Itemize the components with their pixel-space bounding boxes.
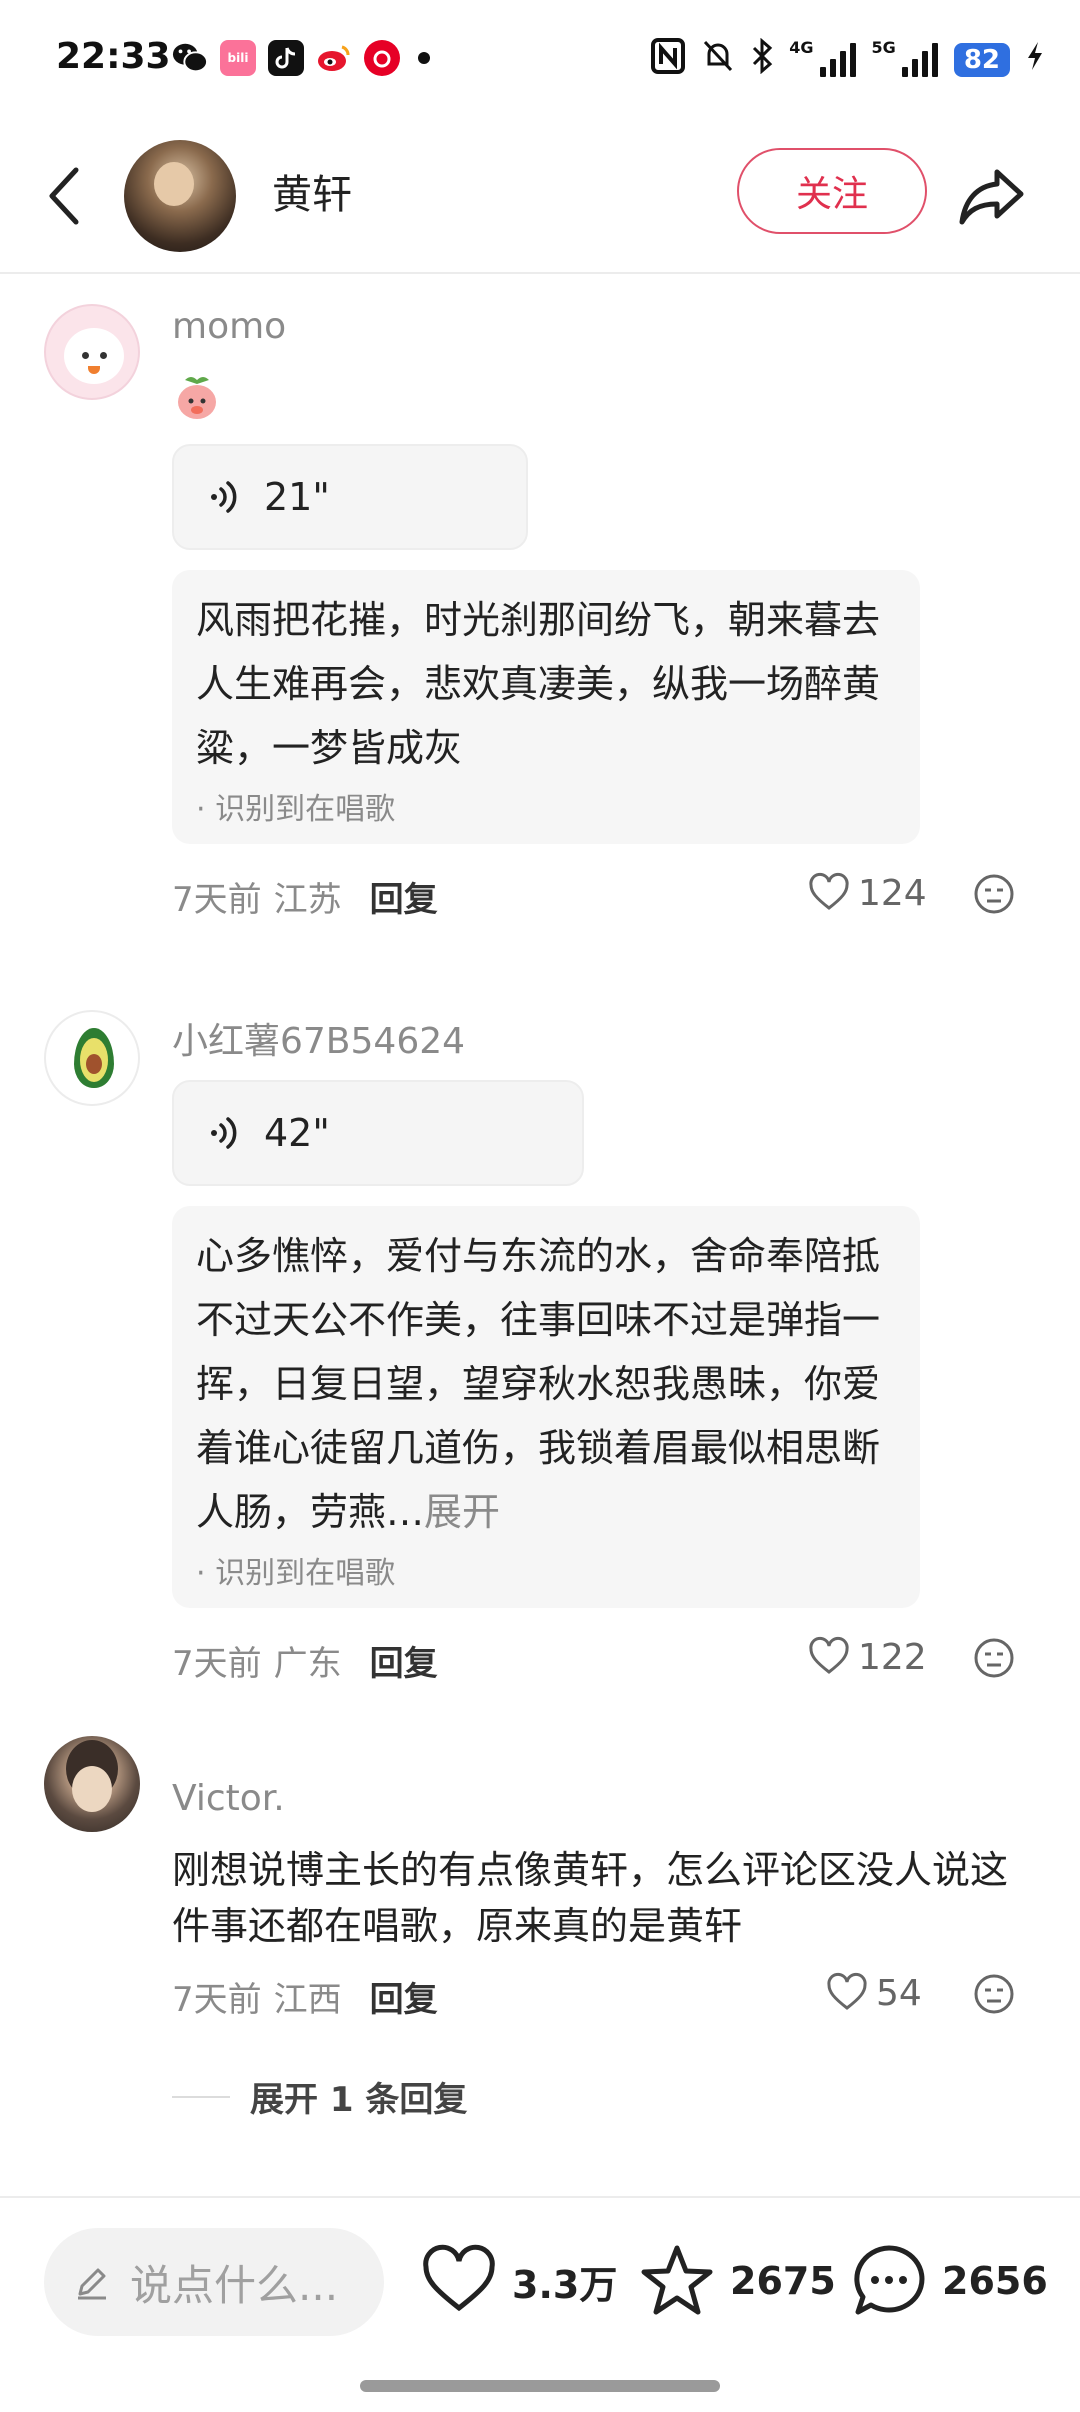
charging-icon: [1026, 40, 1044, 79]
signal-5g-icon: [901, 42, 938, 77]
comment-like-button[interactable]: 122: [808, 1636, 927, 1678]
back-arrow-icon: [49, 167, 79, 225]
comment-like-button[interactable]: 124: [808, 872, 927, 914]
voice-transcript: 风雨把花摧，时光刹那间纷飞，朝来暮去人生难再会，悲欢真凄美，纵我一场醉黄粱，一梦…: [172, 570, 920, 844]
author-name[interactable]: 黄轩: [272, 162, 352, 220]
network-5g-label: 5G: [871, 38, 896, 57]
back-button[interactable]: [36, 160, 92, 232]
heart-icon: [423, 2244, 495, 2312]
comment-username[interactable]: Victor.: [172, 1778, 285, 1819]
commenter-avatar[interactable]: [44, 304, 140, 400]
more-notifications-dot: [418, 52, 430, 64]
comment-input-placeholder: 说点什么...: [130, 2260, 339, 2310]
comment-location: 江苏: [273, 880, 342, 920]
comment-like-count: 54: [876, 1972, 922, 2014]
comment-time: 7天前: [172, 1644, 262, 1684]
comment-bubble-icon: [854, 2245, 925, 2315]
comment-location: 广东: [273, 1644, 342, 1684]
emoji-reaction-button[interactable]: [972, 1636, 1016, 1680]
star-icon: [641, 2245, 713, 2315]
voice-duration: 21": [264, 475, 330, 519]
notification-icons: bili: [172, 40, 430, 76]
voice-duration: 42": [264, 1111, 330, 1155]
peach-sticker-icon: [172, 372, 222, 422]
network-4g-label: 4G: [789, 38, 814, 57]
voice-wave-icon: [211, 1117, 237, 1149]
comment-text: 刚想说博主长的有点像黄轩，怎么评论区没人说这件事还都在唱歌，原来真的是黄轩: [172, 1848, 1009, 1948]
voice-message[interactable]: 42": [172, 1080, 584, 1186]
heart-icon: [809, 872, 849, 910]
emoji-reaction-button[interactable]: [972, 1972, 1016, 2016]
favorite-post-button[interactable]: 2675: [638, 2242, 836, 2320]
battery-level: 82: [953, 42, 1010, 77]
comment-meta: 7天前 江西 回复: [172, 1972, 438, 2021]
face-icon: [974, 874, 1014, 914]
wechat-icon: [172, 40, 208, 76]
expand-replies-label: 展开 1 条回复: [250, 2080, 468, 2120]
comment-like-button[interactable]: 54: [826, 1972, 922, 2014]
home-indicator[interactable]: [360, 2380, 720, 2392]
tiktok-icon: [268, 40, 304, 76]
post-like-count: 3.3万: [512, 2262, 618, 2307]
transcript-text-wrap: 心多憔悴，爱付与东流的水，舍命奉陪抵不过天公不作美，往事回味不过是弹指一挥，日复…: [196, 1224, 896, 1544]
status-bar: 22:33 bili 4G 5G 82: [0, 0, 1080, 120]
comment-meta: 7天前 江苏 回复: [172, 872, 438, 921]
commenter-avatar[interactable]: [44, 1736, 140, 1832]
like-post-button[interactable]: 3.3万: [420, 2242, 617, 2320]
post-comment-count: 2656: [942, 2259, 1048, 2303]
mute-bell-icon: [701, 38, 735, 81]
pen-icon: [78, 2268, 106, 2300]
expand-transcript-button[interactable]: 展开: [424, 1490, 500, 1534]
heart-icon: [809, 1636, 849, 1674]
weibo-icon: [316, 40, 352, 76]
post-favorite-count: 2675: [730, 2259, 836, 2303]
comment-meta: 7天前 广东 回复: [172, 1636, 438, 1685]
voice-transcript: 心多憔悴，爱付与东流的水，舍命奉陪抵不过天公不作美，往事回味不过是弹指一挥，日复…: [172, 1206, 920, 1608]
netease-music-icon: [364, 40, 400, 76]
comment-like-count: 122: [858, 1636, 927, 1678]
transcript-text: 心多憔悴，爱付与东流的水，舍命奉陪抵不过天公不作美，往事回味不过是弹指一挥，日复…: [196, 1234, 881, 1534]
system-icons: 4G 5G 82: [651, 37, 1044, 81]
divider-line: [172, 2095, 230, 2098]
comment-input[interactable]: 说点什么...: [44, 2228, 384, 2336]
comment-post-button[interactable]: 2656: [850, 2242, 1048, 2320]
post-header: 黄轩 关注: [0, 120, 1080, 274]
reply-button[interactable]: 回复: [370, 1636, 438, 1685]
comment-like-count: 124: [858, 872, 927, 914]
signal-4g-icon: [819, 42, 856, 77]
author-avatar[interactable]: [124, 140, 236, 252]
face-icon: [974, 1974, 1014, 2014]
comment-username[interactable]: 小红薯67B54624: [172, 1012, 465, 1064]
bluetooth-icon: [751, 37, 773, 81]
share-icon: [959, 169, 1024, 225]
comment-time: 7天前: [172, 1980, 262, 2020]
reply-button[interactable]: 回复: [370, 1972, 438, 2021]
bilibili-icon: bili: [220, 40, 256, 76]
share-button[interactable]: [952, 156, 1032, 236]
transcript-text: 风雨把花摧，时光刹那间纷飞，朝来暮去人生难再会，悲欢真凄美，纵我一场醉黄粱，一梦…: [196, 598, 881, 770]
recognized-singing-label: · 识别到在唱歌: [196, 792, 396, 827]
face-icon: [974, 1638, 1014, 1678]
comment-location: 江西: [273, 1980, 342, 2020]
emoji-reaction-button[interactable]: [972, 872, 1016, 916]
follow-button[interactable]: 关注: [737, 148, 927, 234]
status-time: 22:33: [56, 36, 171, 77]
voice-message[interactable]: 21": [172, 444, 528, 550]
heart-icon: [827, 1972, 867, 2010]
reply-button[interactable]: 回复: [370, 872, 438, 921]
nfc-icon: [651, 38, 686, 81]
expand-replies-button[interactable]: 展开 1 条回复: [172, 2072, 467, 2121]
commenter-avatar[interactable]: [44, 1010, 140, 1106]
comment-username[interactable]: momo: [172, 306, 286, 347]
voice-wave-icon: [211, 481, 237, 513]
comment-time: 7天前: [172, 880, 262, 920]
recognized-singing-label: · 识别到在唱歌: [196, 1556, 396, 1591]
